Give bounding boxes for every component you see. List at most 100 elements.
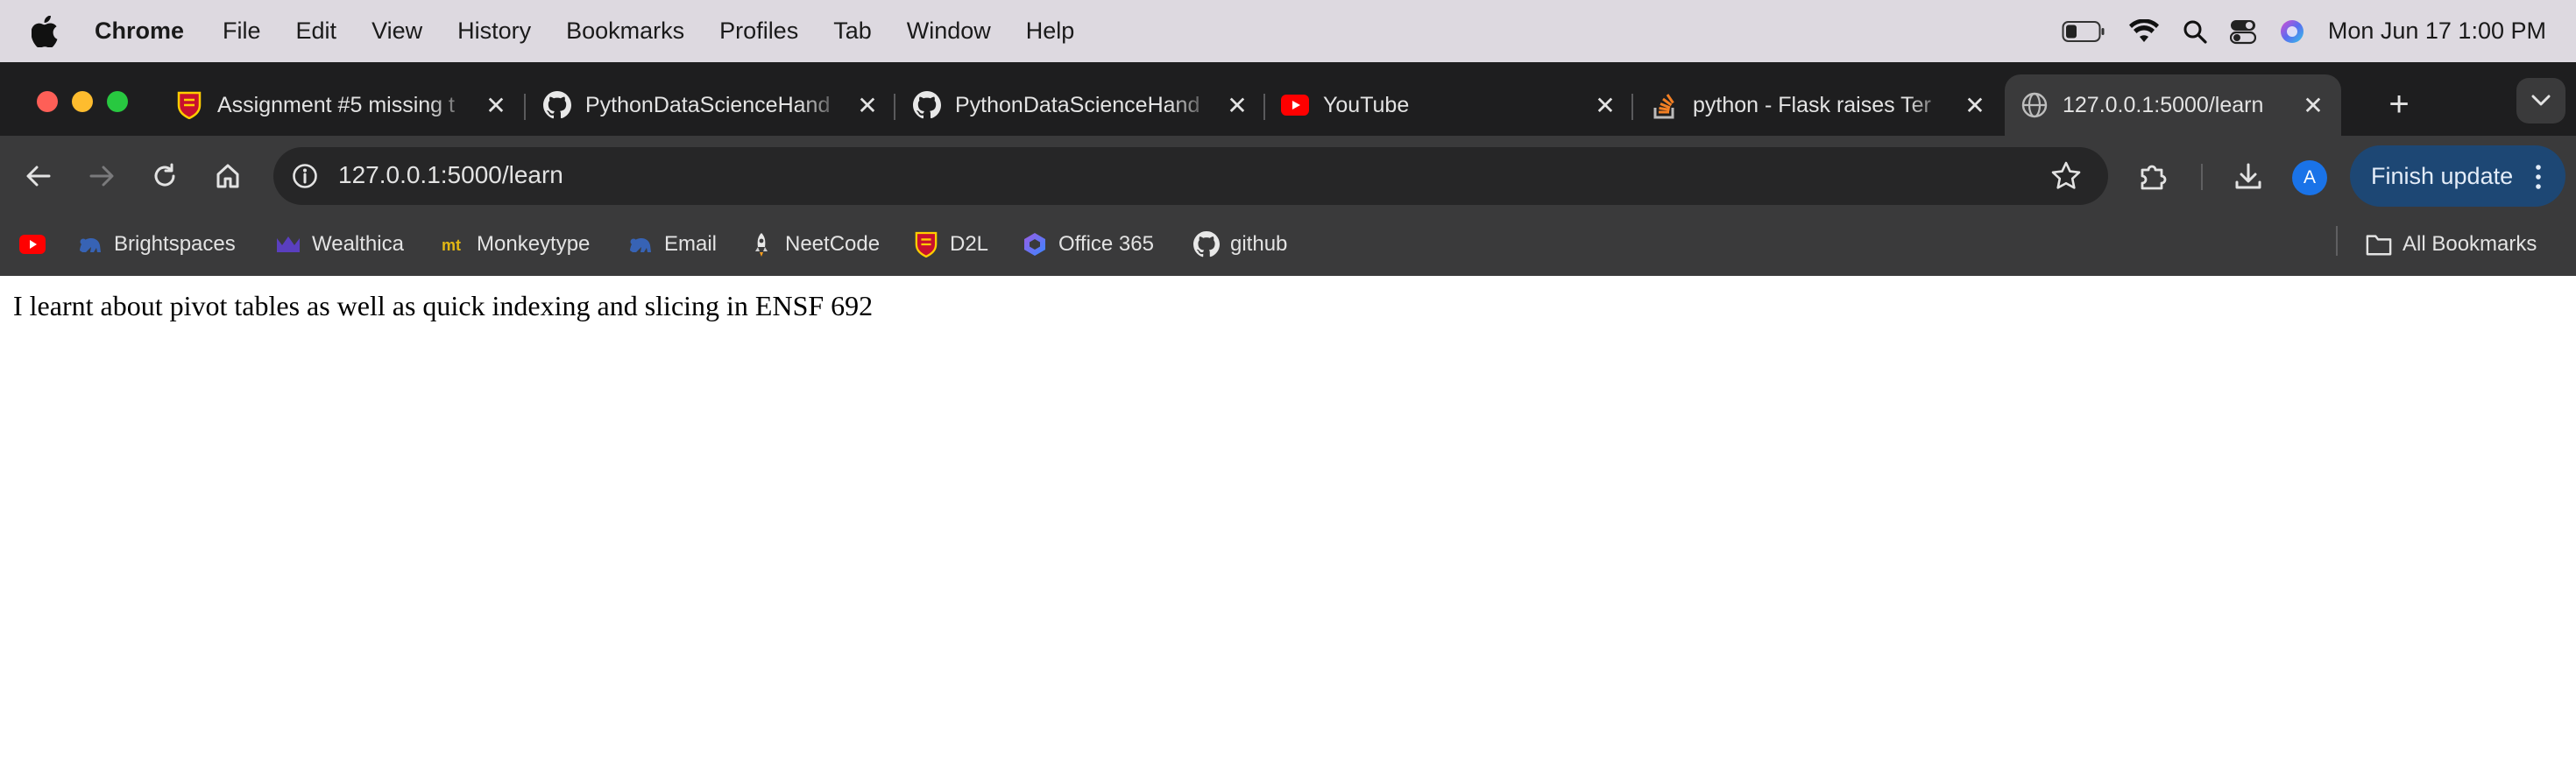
bookmarks-separator bbox=[2336, 226, 2338, 256]
office-icon bbox=[1022, 231, 1048, 257]
all-bookmarks-button[interactable]: All Bookmarks bbox=[2366, 227, 2537, 262]
bookmark-wealthica[interactable]: Wealthica bbox=[275, 227, 404, 262]
window-zoom-button[interactable] bbox=[107, 91, 128, 112]
rocket-icon bbox=[748, 231, 775, 257]
extensions-button[interactable] bbox=[2136, 159, 2171, 194]
menu-file[interactable]: File bbox=[223, 18, 261, 45]
bookmark-label: Office 365 bbox=[1058, 232, 1154, 256]
arrow-right-icon bbox=[89, 166, 114, 187]
bookmark-youtube[interactable] bbox=[19, 227, 56, 262]
bookmark-office365[interactable]: Office 365 bbox=[1022, 227, 1154, 262]
chevron-down-icon bbox=[2531, 95, 2551, 106]
github-icon bbox=[1193, 231, 1220, 257]
siri-icon[interactable] bbox=[2279, 18, 2305, 45]
finish-update-button[interactable]: Finish update bbox=[2350, 145, 2565, 207]
control-center-icon[interactable] bbox=[2229, 18, 2256, 45]
bookmark-label: Monkeytype bbox=[477, 232, 591, 256]
home-button[interactable] bbox=[210, 159, 245, 194]
bookmark-label: Wealthica bbox=[312, 232, 404, 256]
folder-icon bbox=[2366, 231, 2392, 257]
tab-close-icon[interactable]: ✕ bbox=[855, 92, 880, 119]
url-text[interactable]: 127.0.0.1:5000/learn bbox=[338, 161, 563, 189]
bookmark-label: NeetCode bbox=[785, 232, 881, 256]
tab-separator bbox=[524, 94, 526, 120]
github-icon bbox=[543, 91, 571, 119]
tab-youtube[interactable]: YouTube ✕ bbox=[1281, 74, 1617, 136]
learn-text: I learnt about pivot tables as well as q… bbox=[13, 290, 874, 321]
menubar-status-area: Mon Jun 17 1:00 PM bbox=[2062, 0, 2576, 62]
battery-icon[interactable] bbox=[2062, 20, 2105, 43]
tab-title: python - Flask raises Ter bbox=[1693, 92, 1931, 117]
downloads-button[interactable] bbox=[2231, 159, 2266, 194]
menu-app-name[interactable]: Chrome bbox=[95, 18, 184, 45]
bookmark-label: github bbox=[1230, 232, 1288, 256]
apple-icon[interactable] bbox=[32, 15, 61, 48]
tab-close-icon[interactable]: ✕ bbox=[1963, 92, 1987, 119]
reload-button[interactable] bbox=[147, 159, 182, 194]
reload-icon bbox=[154, 163, 175, 187]
bookmarks-bar: Brightspaces Wealthica mt Monkeytype Ema… bbox=[0, 216, 2576, 276]
tab-title: PythonDataScienceHand bbox=[585, 92, 831, 117]
university-crest-icon bbox=[175, 91, 203, 119]
tab-close-icon[interactable]: ✕ bbox=[1593, 92, 1617, 119]
forward-button[interactable] bbox=[84, 159, 119, 194]
profile-avatar[interactable]: A bbox=[2292, 160, 2327, 195]
menu-view[interactable]: View bbox=[372, 18, 422, 45]
bookmark-label: Brightspaces bbox=[114, 232, 236, 256]
tab-separator bbox=[894, 94, 895, 120]
wifi-icon[interactable] bbox=[2128, 18, 2160, 44]
tab-stackoverflow[interactable]: python - Flask raises Ter ✕ bbox=[1651, 74, 1987, 136]
bookmark-email[interactable]: Email bbox=[627, 227, 717, 262]
arrow-left-icon bbox=[26, 166, 51, 187]
tab-search-button[interactable] bbox=[2516, 78, 2565, 123]
menu-bookmarks[interactable]: Bookmarks bbox=[566, 18, 684, 45]
finish-update-label: Finish update bbox=[2371, 162, 2514, 189]
site-info-icon[interactable] bbox=[291, 162, 319, 190]
tab-learn-active[interactable]: 127.0.0.1:5000/learn ✕ bbox=[2005, 74, 2341, 136]
menu-edit[interactable]: Edit bbox=[296, 18, 337, 45]
bookmark-monkeytype[interactable]: mt Monkeytype bbox=[440, 227, 590, 262]
tab-close-icon[interactable]: ✕ bbox=[484, 92, 508, 119]
menu-profiles[interactable]: Profiles bbox=[719, 18, 798, 45]
tab-strip: Assignment #5 missing t ✕ PythonDataScie… bbox=[0, 62, 2576, 136]
menu-window[interactable]: Window bbox=[907, 18, 991, 45]
window-minimize-button[interactable] bbox=[72, 91, 93, 112]
menu-help[interactable]: Help bbox=[1026, 18, 1075, 45]
stackoverflow-icon bbox=[1651, 91, 1679, 119]
home-icon bbox=[216, 164, 239, 188]
tab-pythondatascience-2[interactable]: PythonDataScienceHand ✕ bbox=[913, 74, 1249, 136]
bookmark-neetcode[interactable]: NeetCode bbox=[748, 227, 880, 262]
spotlight-search-icon[interactable] bbox=[2183, 19, 2207, 44]
tab-title: PythonDataScienceHand bbox=[955, 92, 1200, 117]
tab-pythondatascience-1[interactable]: PythonDataScienceHand ✕ bbox=[543, 74, 880, 136]
tab-title: 127.0.0.1:5000/learn bbox=[2063, 92, 2264, 117]
more-menu-icon[interactable] bbox=[2536, 165, 2541, 189]
macos-menu-bar: Chrome File Edit View History Bookmarks … bbox=[0, 0, 2576, 62]
monkeytype-icon: mt bbox=[440, 231, 466, 257]
tab-assignment[interactable]: Assignment #5 missing t ✕ bbox=[175, 74, 508, 136]
globe-icon bbox=[2020, 91, 2049, 119]
tab-close-icon[interactable]: ✕ bbox=[2301, 92, 2325, 119]
bookmark-label: Email bbox=[664, 232, 718, 256]
toolbar-separator bbox=[2201, 164, 2203, 190]
bookmark-label: D2L bbox=[950, 232, 989, 256]
tab-title: YouTube bbox=[1323, 92, 1410, 117]
address-bar[interactable]: 127.0.0.1:5000/learn bbox=[273, 147, 2108, 205]
bookmark-brightspaces[interactable]: Brightspaces bbox=[77, 227, 236, 262]
menubar-clock[interactable]: Mon Jun 17 1:00 PM bbox=[2328, 18, 2546, 45]
window-close-button[interactable] bbox=[37, 91, 58, 112]
github-icon bbox=[913, 91, 941, 119]
youtube-icon bbox=[1281, 91, 1309, 119]
new-tab-button[interactable]: + bbox=[2381, 87, 2417, 123]
back-button[interactable] bbox=[21, 159, 56, 194]
bookmark-star-icon[interactable] bbox=[2050, 160, 2082, 192]
tab-separator bbox=[1631, 94, 1633, 120]
bison-icon bbox=[627, 231, 654, 257]
menu-history[interactable]: History bbox=[457, 18, 531, 45]
bison-icon bbox=[77, 231, 103, 257]
bookmark-github[interactable]: github bbox=[1193, 227, 1287, 262]
bookmark-d2l[interactable]: D2L bbox=[913, 227, 988, 262]
download-icon bbox=[2235, 163, 2261, 189]
tab-close-icon[interactable]: ✕ bbox=[1225, 92, 1249, 119]
menu-tab[interactable]: Tab bbox=[833, 18, 872, 45]
